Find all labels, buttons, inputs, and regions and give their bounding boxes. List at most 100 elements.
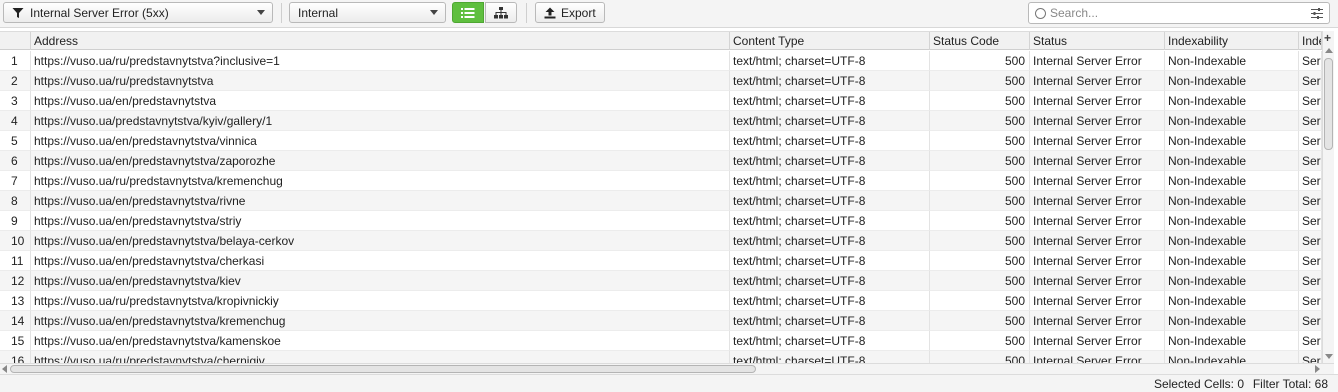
cell-address[interactable]: https://vuso.ua/en/predstavnytstva/vinni… xyxy=(31,131,730,151)
cell-content-type[interactable]: text/html; charset=UTF-8 xyxy=(730,91,930,111)
table-row[interactable]: 15 https://vuso.ua/en/predstavnytstva/kam… xyxy=(0,331,1322,351)
cell-address[interactable]: https://vuso.ua/ru/predstavnytstva/kropi… xyxy=(31,291,730,311)
cell-address[interactable]: https://vuso.ua/en/predstavnytstva/striy xyxy=(31,211,730,231)
row-index[interactable]: 15 xyxy=(0,331,31,351)
cell-status[interactable]: Internal Server Error xyxy=(1030,111,1165,131)
cell-content-type[interactable]: text/html; charset=UTF-8 xyxy=(730,231,930,251)
cell-indexability[interactable]: Non-Indexable xyxy=(1165,351,1299,363)
cell-status-code[interactable]: 500 xyxy=(930,231,1030,251)
table-row[interactable]: 14 https://vuso.ua/en/predstavnytstva/kre… xyxy=(0,311,1322,331)
row-index[interactable]: 14 xyxy=(0,311,31,331)
column-header-indexability-status[interactable]: Inde xyxy=(1299,32,1322,50)
cell-indexability-status[interactable]: Ser xyxy=(1299,151,1322,171)
cell-status[interactable]: Internal Server Error xyxy=(1030,191,1165,211)
cell-indexability[interactable]: Non-Indexable xyxy=(1165,271,1299,291)
cell-content-type[interactable]: text/html; charset=UTF-8 xyxy=(730,311,930,331)
scope-dropdown[interactable]: Internal xyxy=(289,2,446,23)
cell-status-code[interactable]: 500 xyxy=(930,111,1030,131)
table-row[interactable]: 4 https://vuso.ua/predstavnytstva/kyiv/ga… xyxy=(0,111,1322,131)
cell-indexability-status[interactable]: Ser xyxy=(1299,351,1322,363)
cell-status-code[interactable]: 500 xyxy=(930,131,1030,151)
table-row[interactable]: 3 https://vuso.ua/en/predstavnytstva text/… xyxy=(0,91,1322,111)
row-index[interactable]: 6 xyxy=(0,151,31,171)
cell-content-type[interactable]: text/html; charset=UTF-8 xyxy=(730,291,930,311)
cell-content-type[interactable]: text/html; charset=UTF-8 xyxy=(730,51,930,71)
cell-status-code[interactable]: 500 xyxy=(930,51,1030,71)
add-column-icon[interactable]: + xyxy=(1324,32,1331,44)
row-index[interactable]: 2 xyxy=(0,71,31,91)
cell-content-type[interactable]: text/html; charset=UTF-8 xyxy=(730,251,930,271)
cell-status-code[interactable]: 500 xyxy=(930,251,1030,271)
row-index[interactable]: 1 xyxy=(0,51,31,71)
cell-status[interactable]: Internal Server Error xyxy=(1030,231,1165,251)
search-box[interactable] xyxy=(1028,2,1330,24)
tree-view-button[interactable] xyxy=(485,2,517,23)
cell-content-type[interactable]: text/html; charset=UTF-8 xyxy=(730,191,930,211)
table-row[interactable]: 6 https://vuso.ua/en/predstavnytstva/zapo… xyxy=(0,151,1322,171)
cell-address[interactable]: https://vuso.ua/ru/predstavnytstva?inclu… xyxy=(31,51,730,71)
cell-status-code[interactable]: 500 xyxy=(930,211,1030,231)
cell-indexability[interactable]: Non-Indexable xyxy=(1165,111,1299,131)
cell-status[interactable]: Internal Server Error xyxy=(1030,51,1165,71)
scroll-left-icon[interactable] xyxy=(2,365,7,373)
cell-indexability-status[interactable]: Ser xyxy=(1299,131,1322,151)
cell-content-type[interactable]: text/html; charset=UTF-8 xyxy=(730,271,930,291)
cell-address[interactable]: https://vuso.ua/en/predstavnytstva/kreme… xyxy=(31,311,730,331)
cell-content-type[interactable]: text/html; charset=UTF-8 xyxy=(730,151,930,171)
table-row[interactable]: 9 https://vuso.ua/en/predstavnytstva/stri… xyxy=(0,211,1322,231)
row-index[interactable]: 11 xyxy=(0,251,31,271)
table-row[interactable]: 16 https://vuso.ua/ru/predstavnytstva/che… xyxy=(0,351,1322,363)
cell-indexability-status[interactable]: Ser xyxy=(1299,111,1322,131)
table-row[interactable]: 7 https://vuso.ua/ru/predstavnytstva/krem… xyxy=(0,171,1322,191)
cell-indexability[interactable]: Non-Indexable xyxy=(1165,171,1299,191)
cell-indexability-status[interactable]: Ser xyxy=(1299,271,1322,291)
cell-address[interactable]: https://vuso.ua/ru/predstavnytstva xyxy=(31,71,730,91)
cell-indexability-status[interactable]: Ser xyxy=(1299,191,1322,211)
cell-indexability[interactable]: Non-Indexable xyxy=(1165,311,1299,331)
cell-address[interactable]: https://vuso.ua/en/predstavnytstva/kiev xyxy=(31,271,730,291)
cell-address[interactable]: https://vuso.ua/ru/predstavnytstva/kreme… xyxy=(31,171,730,191)
cell-status[interactable]: Internal Server Error xyxy=(1030,131,1165,151)
row-index[interactable]: 16 xyxy=(0,351,31,363)
cell-indexability-status[interactable]: Ser xyxy=(1299,51,1322,71)
cell-status[interactable]: Internal Server Error xyxy=(1030,91,1165,111)
row-index[interactable]: 4 xyxy=(0,111,31,131)
cell-status-code[interactable]: 500 xyxy=(930,171,1030,191)
vertical-scroll-thumb[interactable] xyxy=(1324,58,1333,150)
column-header-status[interactable]: Status xyxy=(1030,32,1165,50)
cell-indexability-status[interactable]: Ser xyxy=(1299,91,1322,111)
row-index[interactable]: 9 xyxy=(0,211,31,231)
cell-status-code[interactable]: 500 xyxy=(930,71,1030,91)
table-row[interactable]: 2 https://vuso.ua/ru/predstavnytstva text/… xyxy=(0,71,1322,91)
column-header-content-type[interactable]: Content Type xyxy=(730,32,930,50)
cell-address[interactable]: https://vuso.ua/ru/predstavnytstva/chern… xyxy=(31,351,730,363)
cell-status[interactable]: Internal Server Error xyxy=(1030,151,1165,171)
cell-indexability-status[interactable]: Ser xyxy=(1299,291,1322,311)
cell-indexability-status[interactable]: Ser xyxy=(1299,171,1322,191)
cell-indexability-status[interactable]: Ser xyxy=(1299,251,1322,271)
cell-status-code[interactable]: 500 xyxy=(930,91,1030,111)
cell-status[interactable]: Internal Server Error xyxy=(1030,351,1165,363)
column-header-indexability[interactable]: Indexability xyxy=(1165,32,1299,50)
row-index[interactable]: 10 xyxy=(0,231,31,251)
cell-status-code[interactable]: 500 xyxy=(930,291,1030,311)
cell-status[interactable]: Internal Server Error xyxy=(1030,311,1165,331)
cell-indexability-status[interactable]: Ser xyxy=(1299,331,1322,351)
filter-dropdown[interactable]: Internal Server Error (5xx) xyxy=(3,2,273,23)
cell-content-type[interactable]: text/html; charset=UTF-8 xyxy=(730,211,930,231)
table-row[interactable]: 10 https://vuso.ua/en/predstavnytstva/bel… xyxy=(0,231,1322,251)
cell-address[interactable]: https://vuso.ua/en/predstavnytstva/kamen… xyxy=(31,331,730,351)
column-header-address[interactable]: Address xyxy=(31,32,730,50)
cell-address[interactable]: https://vuso.ua/en/predstavnytstva/belay… xyxy=(31,231,730,251)
cell-address[interactable]: https://vuso.ua/en/predstavnytstva/rivne xyxy=(31,191,730,211)
table-row[interactable]: 1 https://vuso.ua/ru/predstavnytstva?incl… xyxy=(0,51,1322,71)
cell-indexability-status[interactable]: Ser xyxy=(1299,71,1322,91)
cell-address[interactable]: https://vuso.ua/en/predstavnytstva/zapor… xyxy=(31,151,730,171)
export-button[interactable]: Export xyxy=(535,2,605,23)
column-header-status-code[interactable]: Status Code xyxy=(930,32,1030,50)
cell-content-type[interactable]: text/html; charset=UTF-8 xyxy=(730,331,930,351)
cell-indexability[interactable]: Non-Indexable xyxy=(1165,251,1299,271)
row-index[interactable]: 13 xyxy=(0,291,31,311)
row-index[interactable]: 3 xyxy=(0,91,31,111)
cell-status-code[interactable]: 500 xyxy=(930,331,1030,351)
